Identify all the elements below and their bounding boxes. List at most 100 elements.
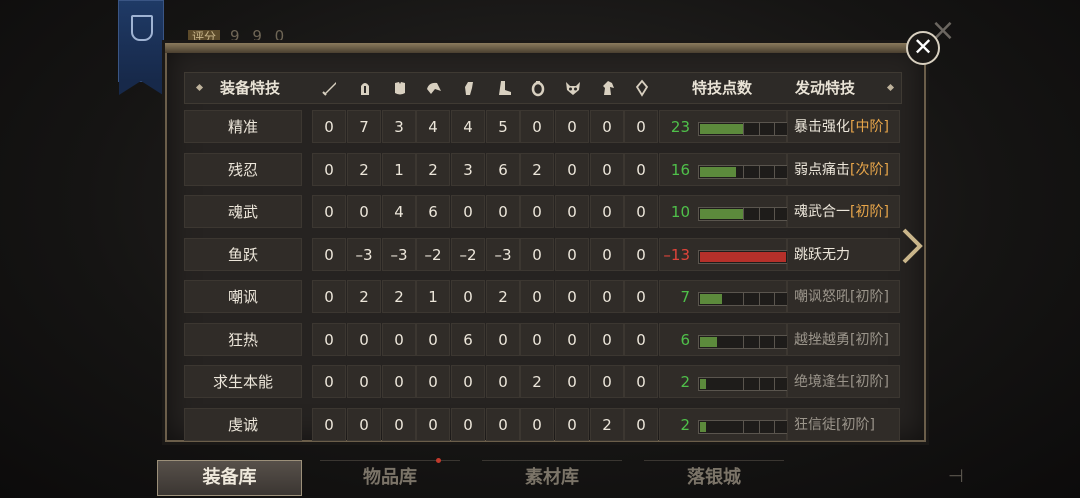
bar-tick xyxy=(743,293,744,305)
table-row[interactable]: 嘲讽 0 2 2 1 0 2 0 0 0 0 7 嘲讽怒吼[初阶] xyxy=(184,280,900,313)
active-skill-name: 暴击强化 xyxy=(794,119,850,135)
active-skill-name: 弱点痛击 xyxy=(794,161,850,178)
slot-value: 0 xyxy=(486,407,520,441)
slot-value: 0 xyxy=(312,280,346,313)
slot-value: 7 xyxy=(347,110,381,143)
guild-banner xyxy=(118,0,164,95)
table-row[interactable]: 虔诚 0 0 0 0 0 0 0 0 2 0 2 狂信徒[初阶] xyxy=(184,407,900,441)
slot-value: 0 xyxy=(451,195,485,228)
table-row[interactable]: 精准 0 7 3 4 4 5 0 0 0 0 23 暴击强化[中阶] xyxy=(184,110,900,143)
tab-equipment[interactable]: 装备库 xyxy=(157,460,302,496)
skill-name: 残忍 xyxy=(184,152,302,186)
slot-value: 0 xyxy=(624,152,658,186)
active-skill-level: [次阶] xyxy=(850,161,889,178)
skill-points: 10 xyxy=(670,203,690,221)
tab-items[interactable]: 物品库 xyxy=(320,460,460,495)
skill-points: 2 xyxy=(680,415,690,434)
points-bar-fill xyxy=(700,124,743,134)
points-bar xyxy=(698,207,789,221)
slot-value: 2 xyxy=(416,152,450,186)
skill-name: 鱼跃 xyxy=(184,237,302,271)
skill-name: 精准 xyxy=(184,110,302,143)
skill-points-cell: 16 xyxy=(659,152,789,186)
diamond-icon xyxy=(886,83,895,92)
slot-value: 0 xyxy=(590,152,624,186)
bar-tick xyxy=(759,378,760,390)
active-skill: 魂武合一[初阶] xyxy=(787,195,900,228)
table-row[interactable]: 狂热 0 0 0 0 6 0 0 0 0 0 6 越挫越勇[初阶] xyxy=(184,322,900,356)
points-bar-fill xyxy=(700,421,706,432)
slot-value: 0 xyxy=(555,195,589,228)
active-skill: 绝境逢生[初阶] xyxy=(787,365,900,398)
gauntlet-icon xyxy=(460,79,478,97)
skill-name: 求生本能 xyxy=(184,365,302,398)
boot-icon xyxy=(495,79,513,97)
slot-value: 4 xyxy=(451,110,485,143)
active-skill: 越挫越勇[初阶] xyxy=(787,322,900,356)
score-label: 评分 xyxy=(188,30,221,44)
header-points: 特技点数 xyxy=(691,79,752,97)
slot-value: 2 xyxy=(486,280,520,313)
slot-value: 3 xyxy=(451,152,485,186)
points-bar xyxy=(698,419,789,434)
points-bar xyxy=(698,377,789,391)
slot-value: 0 xyxy=(520,195,554,228)
slot-value: 0 xyxy=(520,237,554,271)
tab-materials[interactable]: 素材库 xyxy=(482,460,622,495)
bar-tick xyxy=(759,208,760,220)
slot-value: –3 xyxy=(486,237,520,271)
slot-value: 6 xyxy=(451,322,485,356)
table-header: 装备特技 特技点数 发动特技 xyxy=(184,72,902,104)
slot-value: 0 xyxy=(312,237,346,271)
active-skill-level: [中阶] xyxy=(850,119,889,135)
helmet-icon xyxy=(356,79,374,97)
slot-value: 0 xyxy=(555,280,589,313)
slot-value: 2 xyxy=(382,280,416,313)
active-skill: 弱点痛击[次阶] xyxy=(787,152,900,186)
tab-city[interactable]: 落银城 xyxy=(644,460,784,495)
table-row[interactable]: 魂武 0 0 4 6 0 0 0 0 0 0 10 魂武合一[初阶] xyxy=(184,195,900,228)
skill-name: 嘲讽 xyxy=(184,280,302,313)
slot-value: 0 xyxy=(486,322,520,356)
bar-tick xyxy=(774,123,775,135)
slot-value: 0 xyxy=(590,237,624,271)
slot-value: 2 xyxy=(520,152,554,186)
bar-tick xyxy=(774,208,775,220)
slot-value: 0 xyxy=(347,322,381,356)
skill-points-cell: 2 xyxy=(659,365,789,398)
points-bar xyxy=(698,122,789,136)
slot-value: 0 xyxy=(416,365,450,398)
slot-value: 0 xyxy=(590,322,624,356)
slot-value: 0 xyxy=(486,195,520,228)
slot-value: 0 xyxy=(520,407,554,441)
bar-tick xyxy=(743,123,744,135)
slot-value: 0 xyxy=(382,407,416,441)
skill-points-cell: 2 xyxy=(659,407,789,441)
skill-points: –13 xyxy=(663,245,690,264)
slot-value: 0 xyxy=(312,322,346,356)
points-bar xyxy=(698,292,789,306)
slot-value: 0 xyxy=(555,152,589,186)
close-button[interactable]: ✕ xyxy=(906,31,940,65)
slot-value: 0 xyxy=(624,322,658,356)
slot-value: 0 xyxy=(590,365,624,398)
slot-value: 2 xyxy=(520,365,554,398)
slot-value: 0 xyxy=(555,110,589,143)
bar-tick xyxy=(759,420,760,433)
points-bar-fill xyxy=(700,209,743,219)
table-row[interactable]: 残忍 0 2 1 2 3 6 2 0 0 0 16 弱点痛击[次阶] xyxy=(184,152,900,186)
slot-value: 0 xyxy=(312,407,346,441)
next-page-arrow-icon[interactable] xyxy=(900,228,924,264)
table-row[interactable]: 求生本能 0 0 0 0 0 0 2 0 0 0 2 绝境逢生[初阶] xyxy=(184,365,900,398)
points-bar xyxy=(698,164,789,179)
skill-points: 6 xyxy=(680,330,690,349)
bar-tick xyxy=(759,123,760,135)
slot-value: 1 xyxy=(382,152,416,186)
skill-points-cell: –13 xyxy=(659,237,789,271)
slot-value: 0 xyxy=(347,195,381,228)
skill-name: 狂热 xyxy=(184,322,302,356)
active-skill-name: 跳跃无力 xyxy=(794,246,850,263)
bar-tick xyxy=(743,420,744,433)
slot-value: 0 xyxy=(416,322,450,356)
table-row[interactable]: 鱼跃 0 –3 –3 –2 –2 –3 0 0 0 0 –13 跳跃无力 xyxy=(184,237,900,271)
